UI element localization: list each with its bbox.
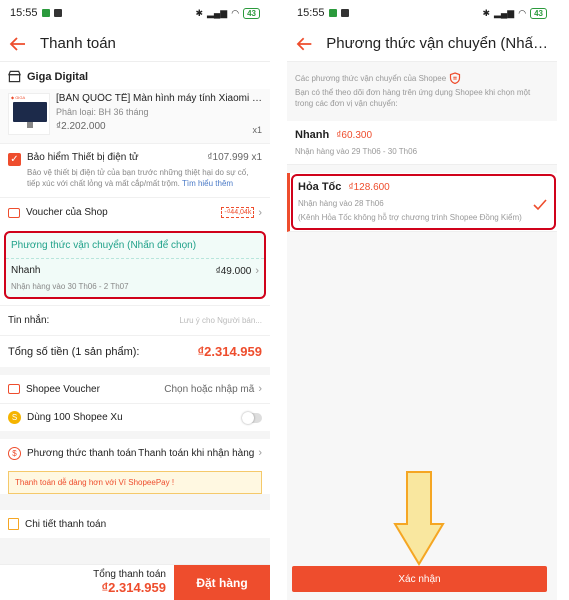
coin-icon: S (8, 411, 21, 424)
store-icon (8, 70, 21, 83)
order-total-value: ₫2.314.959 (197, 344, 262, 359)
app-notification-icon (340, 9, 349, 17)
receipt-icon (8, 518, 19, 530)
wifi-icon: ◠ (518, 7, 527, 18)
grand-total-value: ₫2.314.959 (101, 580, 166, 595)
bluetooth-icon: ✱ (482, 7, 490, 18)
message-label: Tin nhắn: (8, 315, 50, 326)
option-note: (Kênh Hỏa Tốc không hỗ trợ chương trình … (298, 213, 522, 222)
option-price: ₫60.300 (336, 130, 373, 141)
status-bar: 15:55 ✱ ▂▄▆ ◠ 43 (0, 0, 270, 26)
shipping-method-screen: 15:55 ✱ ▂▄▆ ◠ 43 Phương thức vận chuyển … (287, 0, 557, 600)
down-arrow-annotation (393, 471, 445, 566)
shopee-xu-row: S Dùng 100 Shopee Xu (0, 403, 270, 431)
chevron-right-icon: › (258, 447, 262, 459)
product-variant: Phân loại: BH 36 tháng (56, 107, 149, 117)
place-order-button[interactable]: Đặt hàng (174, 565, 270, 600)
app-bar: Phương thức vận chuyển (Nhấn ... (287, 26, 557, 62)
shipping-option-nhanh[interactable]: Nhanh ₫60.300 Nhận hàng vào 29 Th06 - 30… (287, 121, 557, 165)
back-arrow-icon[interactable] (8, 34, 28, 54)
shopee-voucher-value: Chọn hoặc nhập mã (164, 383, 255, 395)
product-item[interactable]: ◆ GIGA [BẢN QUỐC TẾ] Màn hình máy tính X… (0, 89, 270, 143)
product-qty: x1 (252, 125, 262, 135)
shopee-voucher-row[interactable]: Shopee Voucher Chọn hoặc nhập mã › (0, 375, 270, 403)
insurance-qty: x1 (251, 152, 262, 163)
order-card: Giga Digital ◆ GIGA [BẢN QUỐC TẾ] Màn hì… (0, 62, 270, 227)
shipping-price: ₫49.000 (215, 265, 252, 277)
shopee-shield-icon (450, 72, 461, 84)
product-image: ◆ GIGA (8, 93, 50, 135)
confirm-button[interactable]: Xác nhận (292, 566, 547, 592)
payment-icon: $ (8, 446, 21, 460)
product-name: [BẢN QUỐC TẾ] Màn hình máy tính Xiaomi 1… (56, 93, 262, 104)
shipping-title: Phương thức vận chuyển (Nhấn để chọn) (6, 233, 264, 259)
app-notification-icon (41, 9, 50, 17)
shipping-method-box[interactable]: Phương thức vận chuyển (Nhấn để chọn) Nh… (4, 231, 266, 299)
insurance-row: ✓ Bảo hiểm Thiết bị điện tử ₫107.999 x1 … (0, 143, 270, 197)
shop-voucher-row[interactable]: Voucher của Shop -₫44,04k › (0, 197, 270, 227)
shop-name: Giga Digital (27, 70, 89, 83)
wifi-icon: ◠ (231, 7, 240, 18)
checkout-screen: 15:55 ✱ ▂▄▆ ◠ 43 Thanh toán Giga Digital… (0, 0, 270, 600)
shopee-voucher-label: Shopee Voucher (26, 383, 100, 395)
page-title: Phương thức vận chuyển (Nhấn ... (326, 35, 549, 52)
option-name: Hỏa Tốc (298, 181, 342, 193)
option-name: Nhanh (295, 129, 330, 141)
payment-label: Phương thức thanh toán (27, 447, 137, 459)
chevron-right-icon: › (258, 383, 262, 395)
check-icon (533, 199, 547, 211)
hint-title: Các phương thức vận chuyển của Shopee (295, 73, 447, 83)
voucher-icon (8, 384, 20, 394)
message-input[interactable]: Lưu ý cho Người bán... (179, 316, 262, 325)
shipping-method: Nhanh (11, 265, 41, 276)
payment-value: Thanh toán khi nhận hàng (138, 447, 255, 459)
shipping-eta: Nhận hàng vào 30 Th06 - 2 Th07 (11, 282, 129, 291)
shop-header[interactable]: Giga Digital (0, 62, 270, 89)
insurance-price: ₫107.999 (207, 152, 249, 163)
status-time: 15:55 (297, 7, 325, 19)
insurance-title: Bảo hiểm Thiết bị điện tử (27, 152, 139, 163)
chevron-right-icon: › (255, 265, 259, 277)
battery-icon: 43 (530, 7, 547, 19)
option-eta: Nhận hàng vào 29 Th06 - 30 Th06 (295, 147, 418, 156)
insurance-checkbox[interactable]: ✓ (8, 153, 21, 166)
shop-voucher-label: Voucher của Shop (26, 207, 108, 218)
checkout-bottom-bar: Tổng thanh toán ₫2.314.959 Đặt hàng (0, 564, 270, 600)
message-row[interactable]: Tin nhắn: Lưu ý cho Người bán... (0, 305, 270, 335)
option-price: ₫128.600 (348, 182, 390, 193)
app-bar: Thanh toán (0, 26, 270, 62)
product-price: ₫2.202.000 (56, 121, 106, 132)
back-arrow-icon[interactable] (295, 34, 314, 54)
payment-detail-row: Chi tiết thanh toán (0, 510, 270, 538)
chevron-right-icon: › (258, 206, 262, 219)
hint-description: Bạn có thể theo dõi đơn hàng trên ứng dụ… (295, 88, 531, 108)
learn-more-link[interactable]: Tìm hiểu thêm (182, 179, 233, 188)
shipping-option-hoa-toc[interactable]: Hỏa Tốc ₫128.600 Nhận hàng vào 28 Th06 (… (287, 173, 557, 232)
voucher-badge: -₫44,04k (221, 207, 255, 218)
order-total-row: Tổng số tiền (1 sản phẩm): ₫2.314.959 (0, 335, 270, 367)
option-eta: Nhận hàng vào 28 Th06 (298, 199, 384, 208)
app-notification-icon (328, 9, 337, 17)
grand-total-label: Tổng thanh toán (93, 569, 166, 580)
xu-toggle[interactable] (242, 411, 262, 424)
page-title: Thanh toán (40, 35, 116, 52)
shipping-hint: Các phương thức vận chuyển của Shopee Bạ… (287, 62, 557, 121)
status-bar: 15:55 ✱ ▂▄▆ ◠ 43 (287, 0, 557, 26)
signal-icon: ▂▄▆ (207, 7, 228, 18)
shopee-xu-label: Dùng 100 Shopee Xu (27, 412, 123, 423)
order-total-label: Tổng số tiền (1 sản phẩm): (8, 345, 140, 358)
voucher-icon (8, 207, 20, 218)
signal-icon: ▂▄▆ (494, 7, 515, 18)
shopeepay-promo-banner[interactable]: Thanh toán dễ dàng hơn với Ví ShopeePay … (8, 471, 262, 494)
payment-detail-label: Chi tiết thanh toán (25, 518, 107, 530)
payment-method-row[interactable]: $ Phương thức thanh toán Thanh toán khi … (0, 439, 270, 467)
status-time: 15:55 (10, 7, 38, 19)
app-notification-icon (53, 9, 62, 17)
bluetooth-icon: ✱ (195, 7, 203, 18)
battery-icon: 43 (243, 7, 260, 19)
